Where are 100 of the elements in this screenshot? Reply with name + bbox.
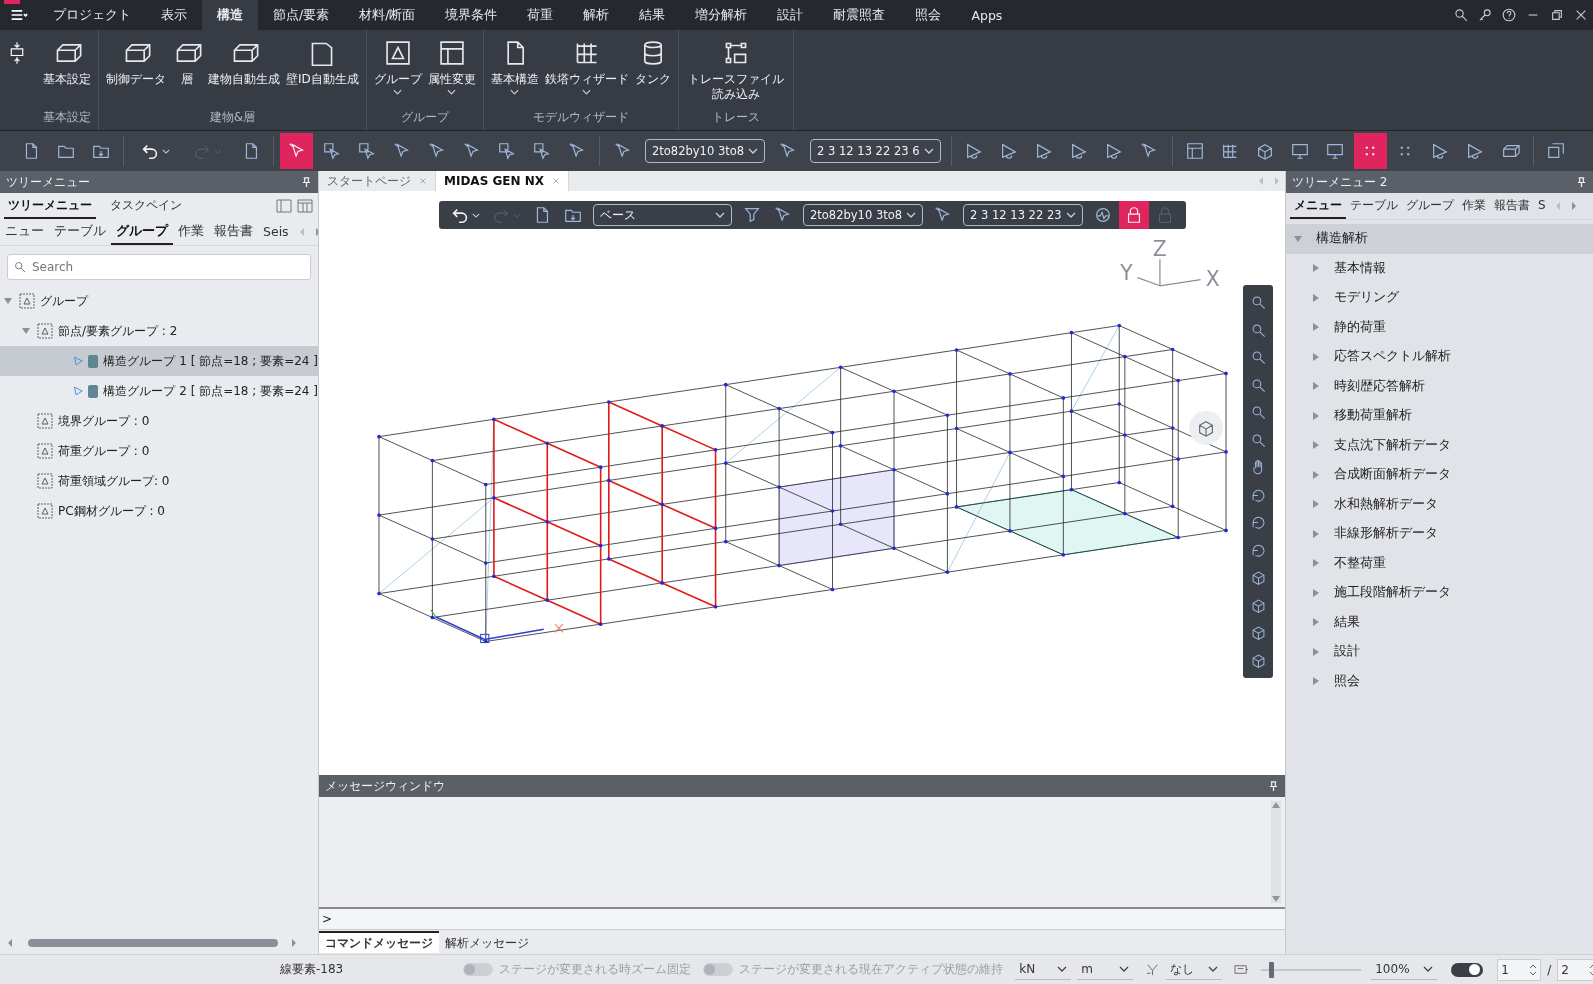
tree-label: グループ: [40, 292, 88, 310]
unit-dropdown[interactable]: m: [1077, 959, 1134, 980]
message-tab[interactable]: コマンドメッセージ: [319, 931, 439, 953]
tree-item[interactable]: 施工段階解析データ: [1286, 578, 1593, 608]
ribbon-button[interactable]: 基本設定: [40, 36, 94, 109]
menu-item[interactable]: 増分解析: [680, 0, 763, 30]
panel-tab[interactable]: S: [1534, 193, 1550, 219]
menu-item[interactable]: 荷重: [512, 0, 569, 30]
menu-item[interactable]: 材料/断面: [344, 0, 431, 30]
unit-dropdown[interactable]: kN: [1015, 959, 1072, 980]
tree-item[interactable]: 水和熱解析データ: [1286, 489, 1593, 519]
panel-tab[interactable]: メニュー: [1290, 193, 1346, 219]
selection-dropdown[interactable]: 2 3 12 13 22 23 6: [810, 139, 941, 163]
ribbon-group-label: 基本設定: [43, 109, 91, 126]
menu-item[interactable]: 境界条件: [430, 0, 513, 30]
tree-label: モデリング: [1334, 289, 1399, 307]
selection-dropdown[interactable]: 2to82by10 3to8: [645, 139, 766, 163]
tree-item[interactable]: 荷重領域グループ: 0: [0, 466, 318, 496]
tree-item[interactable]: 境界グループ : 0: [0, 406, 318, 436]
message-tab[interactable]: 解析メッセージ: [439, 931, 535, 953]
selection-dropdown[interactable]: 2 3 12 13 22 23: [963, 204, 1083, 226]
ribbon-button[interactable]: 鉄塔ウィザード: [541, 36, 632, 109]
ribbon-button[interactable]: 属性変更: [424, 36, 479, 109]
toggle-label: ステージが変更される時ズーム固定: [499, 961, 692, 978]
menu-item[interactable]: 設計: [762, 0, 819, 30]
panel-tab[interactable]: グループ: [111, 219, 173, 245]
tree-item[interactable]: 設計: [1286, 637, 1593, 667]
panel-tab[interactable]: ニュー: [0, 219, 49, 245]
tree-label: 移動荷重解析: [1334, 407, 1412, 425]
ribbon-button[interactable]: タンク: [631, 36, 674, 109]
ribbon-button[interactable]: 層: [169, 36, 205, 109]
tree-item[interactable]: 支点沈下解析データ: [1286, 430, 1593, 460]
panel-tab[interactable]: 作業: [1458, 193, 1490, 219]
panel-tab[interactable]: Seis: [258, 219, 294, 245]
panel-tab[interactable]: テーブル: [49, 219, 111, 245]
ribbon-button[interactable]: 建物自動生成: [205, 36, 283, 109]
ribbon-group-label: グループ: [400, 109, 449, 126]
ribbon-button[interactable]: トレースファイル読み込み: [682, 36, 789, 109]
menu-item[interactable]: 表示: [146, 0, 202, 30]
tree-item[interactable]: モデリング: [1286, 283, 1593, 313]
ribbon-button[interactable]: グループ: [370, 36, 425, 109]
tree-item[interactable]: 非線形解析データ: [1286, 519, 1593, 549]
tree-label: 非線形解析データ: [1334, 525, 1438, 543]
tree-item[interactable]: 構造グループ 2 [ 節点=18 ; 要素=24 ]: [0, 376, 318, 406]
tree-label: 不整荷重: [1334, 554, 1386, 572]
ribbon-button[interactable]: 壁ID自動生成: [283, 36, 362, 109]
tree-item[interactable]: 応答スペクトル解析: [1286, 342, 1593, 372]
menu-item[interactable]: 解析: [568, 0, 625, 30]
tree-item[interactable]: 静的荷重: [1286, 312, 1593, 342]
tree-label: 応答スペクトル解析: [1334, 348, 1451, 366]
ribbon-button[interactable]: 基本構造: [487, 36, 542, 109]
tree-label: 荷重領域グループ: 0: [58, 472, 170, 490]
panel-tab[interactable]: テーブル: [1346, 193, 1402, 219]
tree-item[interactable]: 合成断面解析データ: [1286, 460, 1593, 490]
tree-label: 設計: [1334, 643, 1360, 661]
separator-text: /: [1547, 962, 1552, 977]
command-field[interactable]: >: [319, 907, 1285, 930]
panel-tab[interactable]: 作業: [173, 219, 209, 245]
ribbon-button[interactable]: 制御データ: [103, 36, 169, 109]
axis-label: Z: [1152, 237, 1167, 262]
tree-item[interactable]: グループ: [0, 286, 318, 316]
document-tab[interactable]: MIDAS GEN NX: [436, 171, 570, 191]
tree-item[interactable]: 構造解析: [1286, 224, 1593, 254]
tree-item[interactable]: 照会: [1286, 666, 1593, 696]
search-field[interactable]: Search: [7, 254, 311, 280]
page-field[interactable]: 1: [1497, 958, 1542, 981]
tree-item[interactable]: 結果: [1286, 607, 1593, 637]
tree-label: 静的荷重: [1334, 318, 1386, 336]
panel-title: ツリーメニュー: [6, 173, 90, 191]
panel-tab[interactable]: タスクペイン: [106, 193, 186, 219]
selection-dropdown[interactable]: 2to82by10 3to8: [803, 204, 924, 226]
tree-item[interactable]: PC鋼材グループ : 0: [0, 496, 318, 526]
tree-item[interactable]: 時刻歴応答解析: [1286, 371, 1593, 401]
menu-item[interactable]: Apps: [956, 0, 1018, 30]
option-dropdown[interactable]: なし: [1166, 959, 1223, 980]
page-count-field[interactable]: 2: [1557, 958, 1593, 981]
menu-item[interactable]: 照会: [900, 0, 957, 30]
menu-item[interactable]: 耐震照査: [818, 0, 901, 30]
tree-item[interactable]: 基本情報: [1286, 253, 1593, 283]
tree-item[interactable]: 不整荷重: [1286, 548, 1593, 578]
zoom-dropdown[interactable]: 100%: [1371, 959, 1438, 980]
tree-item[interactable]: 移動荷重解析: [1286, 401, 1593, 431]
panel-tab[interactable]: 報告書: [1490, 193, 1534, 219]
panel-tab[interactable]: 報告書: [209, 219, 258, 245]
tree-item[interactable]: 構造グループ 1 [ 節点=18 ; 要素=24 ]: [0, 346, 318, 376]
axis-label: Y: [1120, 260, 1133, 285]
menu-item[interactable]: 構造: [202, 0, 258, 30]
tree-label: 照会: [1334, 672, 1360, 690]
menu-item[interactable]: プロジェクト: [38, 0, 146, 30]
panel-tab[interactable]: グループ: [1402, 193, 1458, 219]
panel-tab[interactable]: ツリーメニュー: [4, 193, 96, 219]
toggle-label: ステージが変更される現在アクティブ状態の維持: [739, 961, 1004, 978]
tree-item[interactable]: 節点/要素グループ : 2: [0, 316, 318, 346]
menu-item[interactable]: 結果: [624, 0, 681, 30]
selection-dropdown[interactable]: ベース: [593, 204, 732, 226]
axis-label: X: [1205, 266, 1220, 291]
tree-label: PC鋼材グループ : 0: [58, 502, 165, 520]
panel-title: ツリーメニュー 2: [1292, 173, 1388, 191]
menu-item[interactable]: 節点/要素: [258, 0, 345, 30]
tree-item[interactable]: 荷重グループ : 0: [0, 436, 318, 466]
